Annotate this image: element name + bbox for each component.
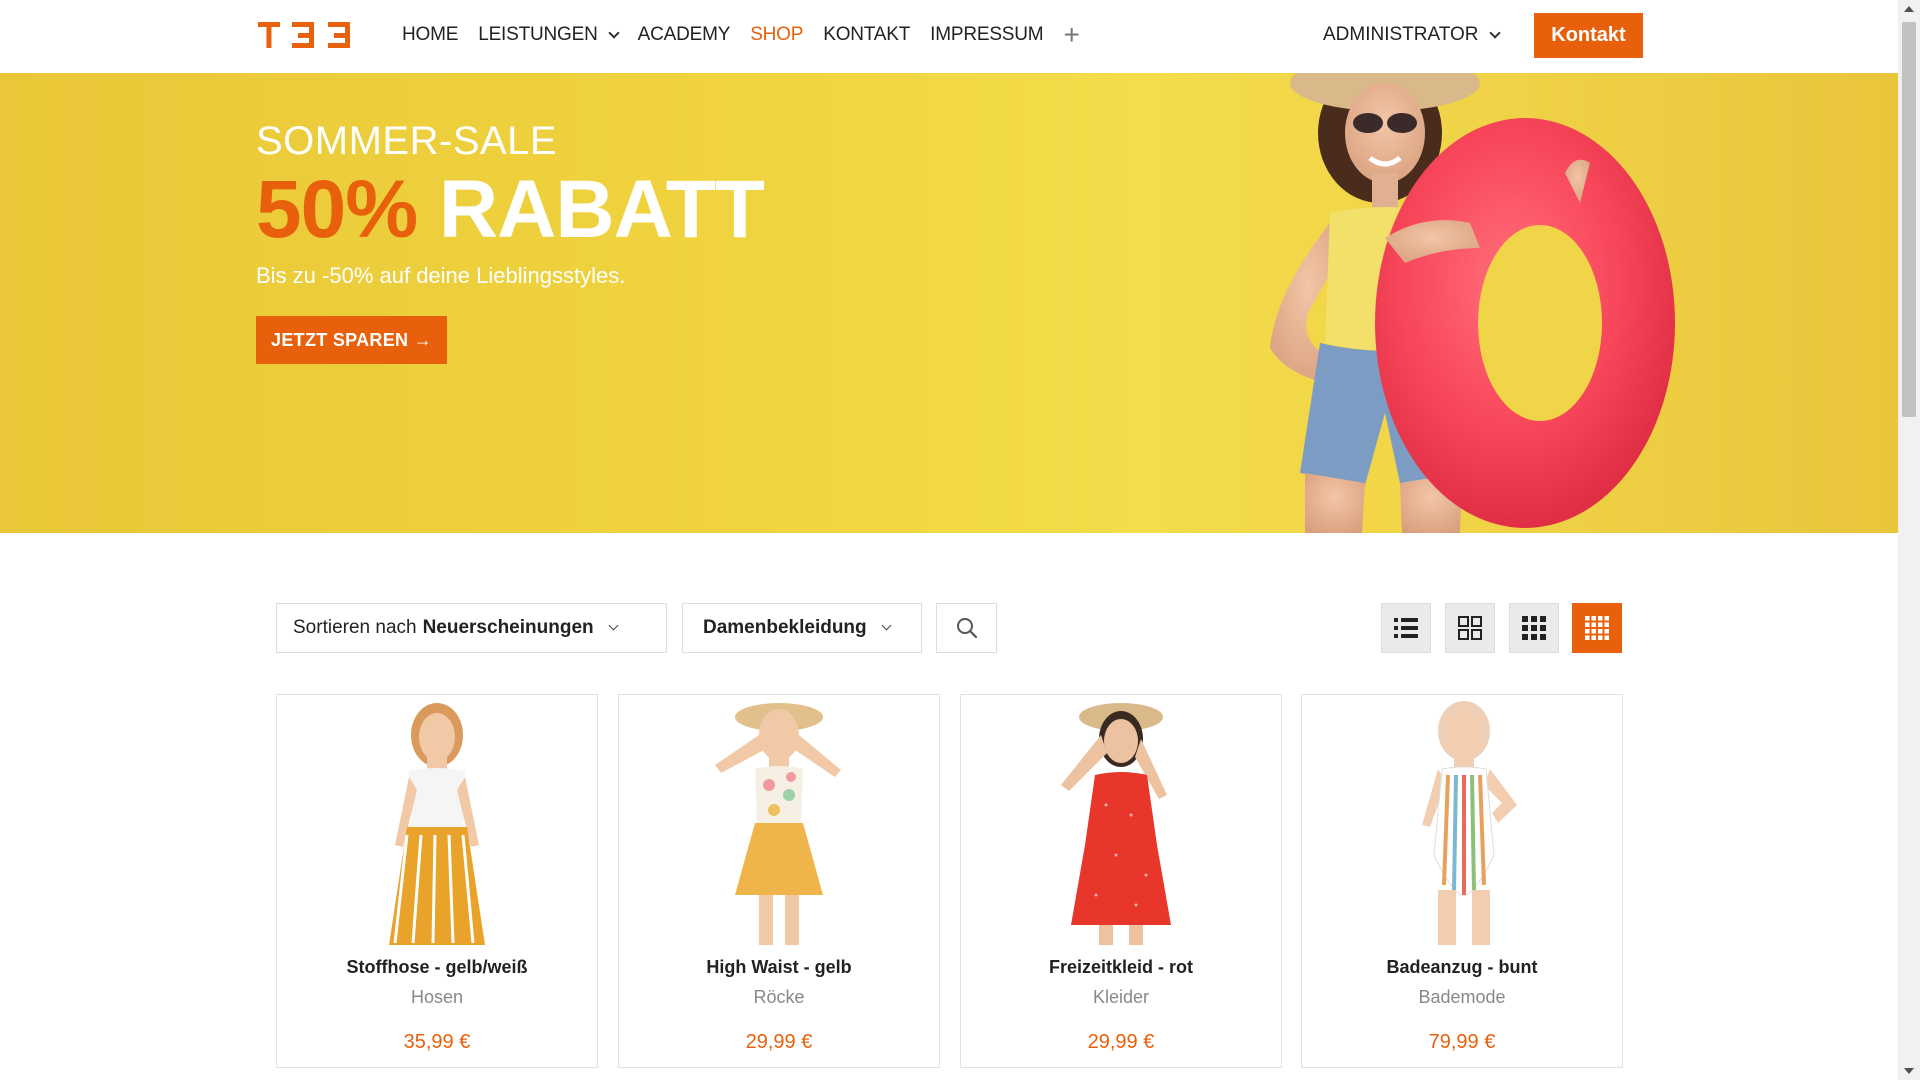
category-value: Damenbekleidung <box>703 617 867 638</box>
view-list-button[interactable] <box>1381 603 1431 653</box>
save-now-button[interactable]: JETZT SPAREN → <box>256 316 447 364</box>
product-price: 29,99 € <box>745 1031 813 1053</box>
hero-model-image <box>1270 73 1675 533</box>
hero-subline: Bis zu -50% auf deine Lieblingsstyles. <box>256 263 626 288</box>
nav-item-kontakt[interactable]: KONTAKT <box>813 0 920 70</box>
chevron-down-icon <box>1488 26 1501 39</box>
product-name: High Waist - gelb <box>706 957 852 977</box>
nav-item-impressum[interactable]: IMPRESSUM <box>920 0 1053 70</box>
hero-kicker: SOMMER-SALE <box>256 119 558 163</box>
grid-4-icon <box>1585 616 1609 640</box>
product-image <box>1422 701 1517 945</box>
hero-headline: 50% RABATT <box>256 164 765 255</box>
product-image <box>1061 703 1171 945</box>
product-name: Stoffhose - gelb/weiß <box>346 957 528 977</box>
search-icon <box>956 618 977 639</box>
view-grid-3-button[interactable] <box>1509 603 1559 653</box>
product-price: 35,99 € <box>403 1031 471 1053</box>
nav-item-leistungen[interactable]: LEISTUNGEN <box>468 0 627 70</box>
product-category: Kleider <box>1092 987 1150 1007</box>
search-button[interactable] <box>936 603 997 653</box>
product-image <box>715 703 841 945</box>
sort-select[interactable]: Sortieren nach Neuerscheinungen <box>276 603 667 653</box>
logo-letter-b <box>292 22 314 48</box>
contact-button[interactable]: Kontakt <box>1534 13 1643 58</box>
grid-3-icon <box>1522 616 1546 640</box>
scrollbar-thumb[interactable] <box>1902 22 1916 417</box>
product-card[interactable]: Stoffhose - gelb/weiß Hosen 35,99 € <box>276 694 598 1068</box>
view-grid-4-button[interactable] <box>1572 603 1622 653</box>
nav-item-academy[interactable]: ACADEMY <box>628 0 741 70</box>
plus-icon[interactable]: + <box>1053 21 1089 49</box>
product-card[interactable]: Freizeitkleid - rot Kleider 29,99 € <box>960 694 1282 1068</box>
chevron-down-icon <box>881 620 892 631</box>
nav-item-shop[interactable]: SHOP <box>740 0 813 70</box>
main-nav: HOME LEISTUNGEN ACADEMY SHOP KONTAKT IMP… <box>392 0 1090 70</box>
product-card[interactable]: Badeanzug - bunt Bademode 79,99 € <box>1301 694 1623 1068</box>
view-grid-2-button[interactable] <box>1445 603 1495 653</box>
page-scrollbar[interactable] <box>1898 0 1920 1080</box>
sort-value: Neuerscheinungen <box>422 617 594 638</box>
product-price: 79,99 € <box>1428 1031 1496 1053</box>
product-price: 29,99 € <box>1087 1031 1155 1053</box>
scroll-down-arrow-icon[interactable] <box>1904 1068 1914 1074</box>
scroll-up-arrow-icon[interactable] <box>1904 6 1914 12</box>
product-category: Röcke <box>753 987 805 1007</box>
product-name: Freizeitkleid - rot <box>1048 957 1194 977</box>
user-menu-label: ADMINISTRATOR <box>1323 24 1479 45</box>
product-category: Bademode <box>1418 987 1506 1007</box>
hero-headline-highlight: 50% <box>256 164 418 255</box>
product-image <box>389 703 485 945</box>
grid-2-icon <box>1458 616 1482 640</box>
logo-letter-b <box>328 22 350 48</box>
product-card[interactable]: High Waist - gelb Röcke 29,99 € <box>618 694 940 1068</box>
list-view-icon <box>1394 618 1418 638</box>
site-header: HOME LEISTUNGEN ACADEMY SHOP KONTAKT IMP… <box>0 0 1898 73</box>
nav-item-home[interactable]: HOME <box>392 0 468 70</box>
hero-headline-rest: RABATT <box>438 164 765 255</box>
product-category: Hosen <box>410 987 464 1007</box>
logo-letter-t <box>258 22 280 48</box>
user-menu[interactable]: ADMINISTRATOR <box>1323 0 1501 70</box>
chevron-down-icon <box>608 620 619 631</box>
site-logo[interactable] <box>258 20 352 52</box>
chevron-down-icon <box>607 26 620 39</box>
hero-banner: SOMMER-SALE 50% RABATT Bis zu -50% auf d… <box>0 73 1898 533</box>
product-name: Badeanzug - bunt <box>1386 957 1538 977</box>
sort-label: Sortieren nach <box>293 617 417 638</box>
category-select[interactable]: Damenbekleidung <box>682 603 922 653</box>
